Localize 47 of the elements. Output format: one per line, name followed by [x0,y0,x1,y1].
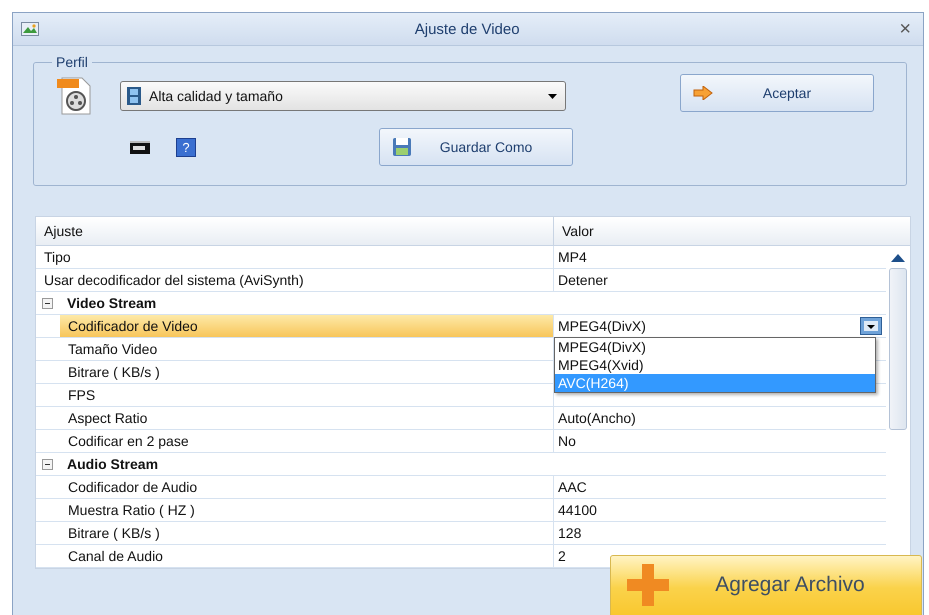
property-value: No [558,433,577,449]
property-name[interactable]: Aspect Ratio [60,407,553,429]
column-header[interactable]: Valor [554,217,910,245]
property-name[interactable]: Tipo [36,246,553,268]
category-label: Audio Stream [67,456,158,472]
property-name[interactable]: Tamaño Video [60,338,553,360]
dropdown-button-icon[interactable] [860,317,882,335]
dropdown-option[interactable]: MPEG4(DivX) [555,338,875,356]
landscape-icon [21,22,39,36]
column-header[interactable]: Ajuste [36,217,554,245]
property-name[interactable]: Muestra Ratio ( HZ ) [60,499,553,521]
property-name[interactable]: Canal de Audio [60,545,553,567]
property-name[interactable]: Codificar en 2 pase [60,430,553,452]
property-name[interactable]: FPS [60,384,553,406]
property-name[interactable]: Bitrare ( KB/s ) [60,522,553,544]
help-button[interactable]: ? [176,138,196,156]
collapse-icon[interactable] [42,298,53,308]
window-title: Ajuste de Video [414,20,521,38]
property-value: MPEG4(DivX) [558,318,647,334]
dropdown-option[interactable]: MPEG4(Xvid) [555,356,875,374]
property-name[interactable]: Codificador de Audio [60,476,553,498]
property-value: MP4 [558,249,588,265]
scroll-up-icon[interactable] [891,254,905,262]
property-value: Detener [558,272,609,288]
property-name[interactable]: Usar decodificador del sistema (AviSynth) [36,269,553,291]
save-as-button[interactable]: Guardar Como [379,128,573,166]
floppy-icon [392,137,412,157]
property-name[interactable]: Codificador de Video [60,315,553,337]
close-button[interactable]: × [895,18,915,40]
property-value: AAC [558,479,588,495]
console-icon [130,140,150,154]
arrow-icon [693,86,713,100]
property-name[interactable]: Bitrare ( KB/s ) [60,361,553,383]
property-value: 44100 [558,502,598,518]
accept-button[interactable]: Aceptar [680,74,874,112]
film-icon [127,87,141,105]
collapse-icon[interactable] [42,458,53,470]
property-value: Auto(Ancho) [558,410,637,426]
group-label: Perfil [55,54,89,70]
property-value: 128 [558,525,582,541]
add-file-button[interactable]: Agregar Archivo [610,555,922,615]
category-label: Video Stream [67,295,156,311]
property-value: 2 [558,548,567,564]
plus-icon [625,562,671,608]
caret-icon [548,94,557,98]
profile-dropdown[interactable]: Alta calidad y tamaño [120,81,566,111]
video-file-icon [56,76,92,116]
